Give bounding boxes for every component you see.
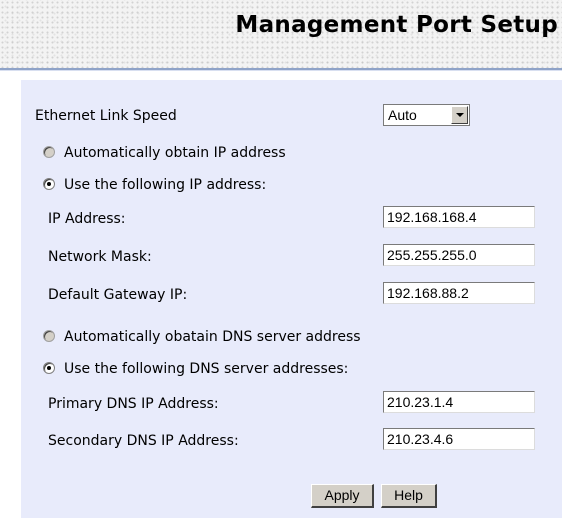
header-banner: Management Port Setup (0, 0, 562, 68)
header-divider (0, 68, 562, 71)
apply-button[interactable]: Apply (311, 484, 374, 508)
dns-auto-radio[interactable] (43, 330, 55, 342)
help-button[interactable]: Help (381, 484, 437, 508)
gateway-input[interactable]: 192.168.88.2 (383, 282, 535, 304)
dns-manual-option[interactable]: Use the following DNS server addresses: (43, 361, 348, 377)
ip-auto-label: Automatically obtain IP address (64, 145, 286, 161)
gateway-label: Default Gateway IP: (48, 287, 188, 303)
primary-dns-input[interactable]: 210.23.1.4 (383, 391, 535, 413)
dropdown-arrow-icon[interactable] (451, 106, 468, 124)
ip-manual-label: Use the following IP address: (64, 177, 267, 193)
link-speed-select[interactable]: Auto (383, 104, 470, 126)
dns-manual-label: Use the following DNS server addresses: (64, 361, 349, 377)
primary-dns-label: Primary DNS IP Address: (48, 396, 219, 412)
dns-auto-label: Automatically obatain DNS server address (64, 329, 361, 345)
ip-auto-radio[interactable] (43, 146, 55, 158)
secondary-dns-input[interactable]: 210.23.4.6 (383, 428, 535, 450)
ip-manual-radio[interactable] (43, 178, 55, 190)
ip-auto-option[interactable]: Automatically obtain IP address (43, 145, 286, 161)
ip-address-label: IP Address: (48, 211, 126, 227)
link-speed-label: Ethernet Link Speed (35, 108, 177, 124)
secondary-dns-label: Secondary DNS IP Address: (48, 433, 239, 449)
dns-auto-option[interactable]: Automatically obatain DNS server address (43, 329, 361, 345)
page-title: Management Port Setup (235, 12, 558, 38)
network-mask-input[interactable]: 255.255.255.0 (383, 244, 535, 266)
network-mask-label: Network Mask: (48, 249, 152, 265)
link-speed-value: Auto (388, 107, 417, 123)
ip-manual-option[interactable]: Use the following IP address: (43, 177, 266, 193)
dns-manual-radio[interactable] (43, 362, 55, 374)
ip-address-input[interactable]: 192.168.168.4 (383, 206, 535, 228)
